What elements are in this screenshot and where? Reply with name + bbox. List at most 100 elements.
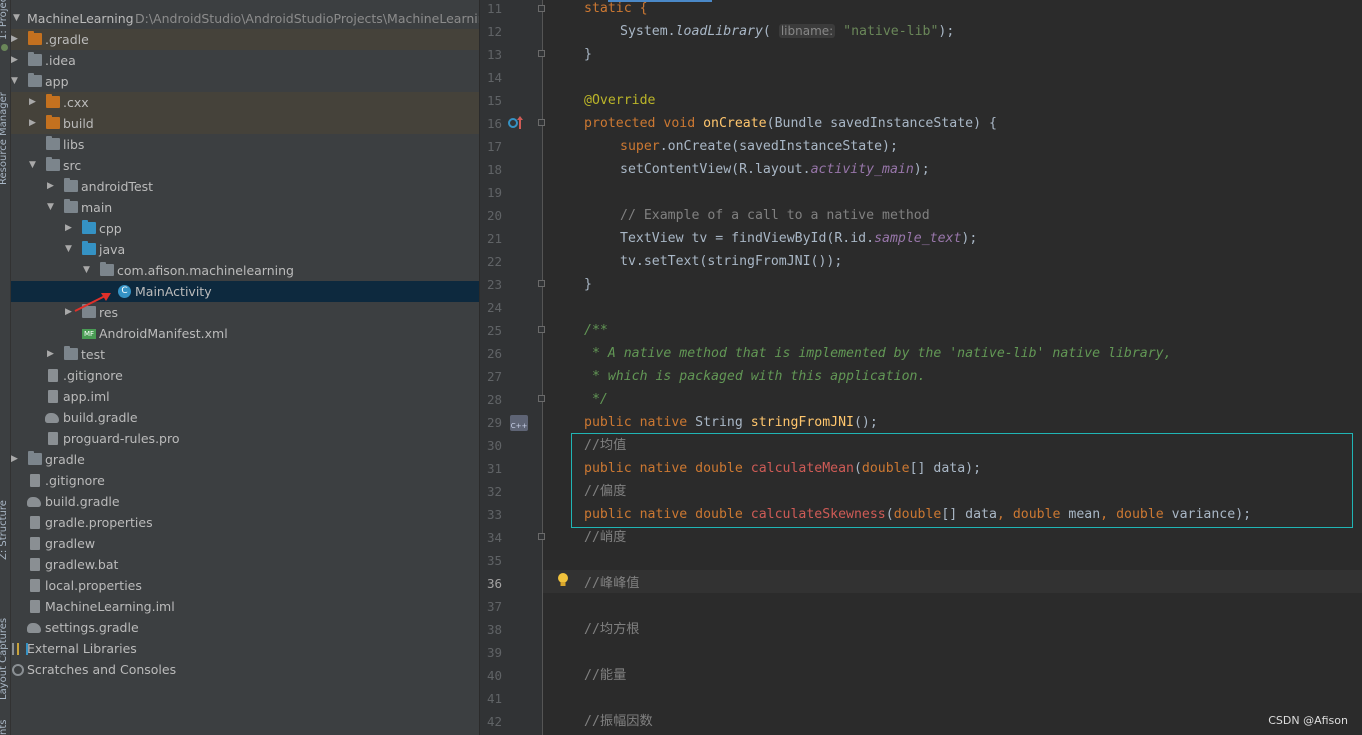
folder-icon [46,136,60,150]
tree-item[interactable]: ▼ java [11,239,479,260]
tree-item[interactable]: Scratches and Consoles [11,659,479,680]
code-editor[interactable]: 11 12 13 14 15 16 17 18 19 20 21 22 23 24 25 26 27 28 29 30… [480,0,1362,735]
fold-marker-icon[interactable] [538,119,545,126]
tree-item[interactable]: settings.gradle [11,617,479,638]
build-variants-tool-tab[interactable]: nts [0,720,9,735]
class-icon: C [118,285,131,298]
project-status-icon [1,44,8,51]
tree-item[interactable]: build.gradle [11,491,479,512]
line-number: 16 [486,116,502,131]
code-line: protected void onCreate(Bundle savedInst… [584,112,997,135]
fold-marker-icon[interactable] [538,533,545,540]
line-number: 30 [486,438,502,453]
chevron-right-icon[interactable]: ▶ [47,176,57,197]
chevron-right-icon[interactable]: ▶ [11,29,21,50]
file-icon [30,537,40,550]
chevron-down-icon[interactable]: ▼ [83,260,93,281]
tree-item[interactable]: .gitignore [11,470,479,491]
tree-item[interactable]: gradlew.bat [11,554,479,575]
tree-item[interactable]: libs [11,134,479,155]
chevron-down-icon[interactable]: ▼ [11,71,21,92]
tree-item[interactable]: ▶ build [11,113,479,134]
manifest-icon: MF [82,329,96,339]
fold-marker-icon[interactable] [538,326,545,333]
code-line: @Override [584,89,655,112]
resource-manager-tool-tab[interactable]: Resource Manager [0,92,9,185]
tree-item[interactable]: External Libraries [11,638,479,659]
code-line: super.onCreate(savedInstanceState); [620,135,898,158]
chevron-right-icon[interactable]: ▶ [47,344,57,365]
chevron-down-icon[interactable]: ▼ [65,239,75,260]
tree-item[interactable]: ▼ main [11,197,479,218]
chevron-down-icon[interactable]: ▼ [13,8,23,29]
tree-item[interactable]: .gitignore [11,365,479,386]
tree-item-label: build [63,116,94,131]
code-token: ); [913,162,930,177]
fold-marker-icon[interactable] [538,50,545,57]
tree-item-label: proguard-rules.pro [63,431,180,446]
line-number: 12 [486,24,502,39]
tree-item-label: libs [63,137,85,152]
override-icon[interactable] [508,116,524,130]
project-tool-tab[interactable]: 1: Project [0,0,9,40]
tree-item[interactable]: ▼ app [11,71,479,92]
layout-captures-tool-tab[interactable]: Layout Captures [0,618,9,700]
line-number: 37 [486,599,502,614]
lightbulb-icon[interactable] [557,572,569,588]
tree-item[interactable]: app.iml [11,386,479,407]
line-number: 39 [486,645,502,660]
structure-tool-tab[interactable]: Z: Structure [0,500,9,560]
chevron-right-icon[interactable]: ▶ [29,92,39,113]
line-number: 36 [486,576,502,591]
fold-marker-icon[interactable] [538,5,545,12]
tree-item-root[interactable]: ▼ MachineLearning D:\AndroidStudio\Andro… [11,8,479,29]
tree-item[interactable]: MF AndroidManifest.xml [11,323,479,344]
keyword-token: protected void [584,116,696,131]
code-token: String [695,415,743,430]
chevron-right-icon[interactable]: ▶ [29,113,39,134]
tree-item[interactable]: gradle.properties [11,512,479,533]
tree-item[interactable]: ▼ com.afison.machinelearning [11,260,479,281]
chevron-right-icon[interactable]: ▶ [11,449,21,470]
tree-item[interactable]: gradlew [11,533,479,554]
gradle-icon [45,413,59,423]
tree-item-label: MainActivity [135,284,212,299]
annotation-arrow-icon [74,293,111,312]
code-line: TextView tv = findViewById(R.id.sample_t… [620,227,977,250]
tree-item[interactable]: proguard-rules.pro [11,428,479,449]
tree-item-label: .gradle [45,32,89,47]
tree-item[interactable]: local.properties [11,575,479,596]
cpp-native-icon[interactable]: C++ [510,415,528,431]
folder-blue-icon [82,241,96,255]
tree-item[interactable]: ▶ gradle [11,449,479,470]
chevron-down-icon[interactable]: ▼ [29,155,39,176]
line-number: 26 [486,346,502,361]
file-icon [48,432,58,445]
fold-marker-icon[interactable] [538,280,545,287]
tree-item[interactable]: ▶ test [11,344,479,365]
tree-item-label: main [81,200,113,215]
code-line: * A native method that is implemented by… [584,346,1172,361]
tree-item[interactable]: build.gradle [11,407,479,428]
file-icon [30,474,40,487]
line-number: 31 [486,461,502,476]
chevron-right-icon[interactable]: ▶ [11,50,21,71]
watermark: CSDN @Afison [1268,714,1348,727]
folder-icon [28,52,42,66]
tree-item[interactable]: ▶ androidTest [11,176,479,197]
line-number: 23 [486,277,502,292]
line-number: 38 [486,622,502,637]
tree-item[interactable]: ▼ src [11,155,479,176]
chevron-down-icon[interactable]: ▼ [47,197,57,218]
code-token: .onCreate(savedInstanceState); [659,139,898,154]
tree-item[interactable]: ▶ .idea [11,50,479,71]
fold-marker-icon[interactable] [538,395,545,402]
tree-item[interactable]: ▶ .cxx [11,92,479,113]
tree-item-label: Scratches and Consoles [27,662,177,677]
tree-item-label: androidTest [81,179,154,194]
tree-item[interactable]: ▶ .gradle [11,29,479,50]
tree-item[interactable]: ▶ cpp [11,218,479,239]
line-number: 17 [486,139,502,154]
chevron-right-icon[interactable]: ▶ [65,218,75,239]
tree-item[interactable]: MachineLearning.iml [11,596,479,617]
